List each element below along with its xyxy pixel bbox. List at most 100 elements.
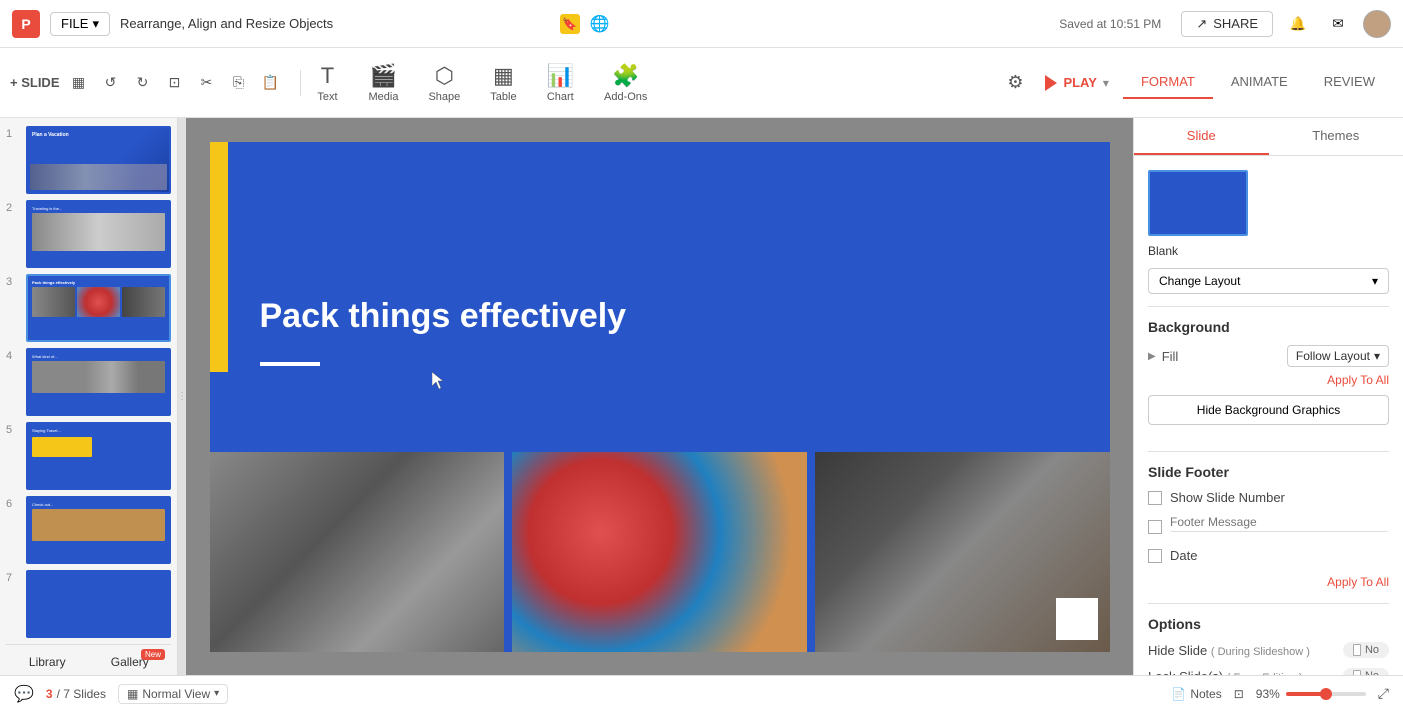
zoom-value: 93% [1256, 687, 1280, 701]
fill-select-dropdown[interactable]: Follow Layout ▾ [1287, 345, 1389, 367]
view-mode-selector[interactable]: ▦ Normal View ▾ [118, 684, 228, 704]
shape-icon: ⬡ [435, 63, 454, 89]
toolbar-addons[interactable]: 🧩 Add-Ons [590, 59, 661, 107]
grid-view-icon: ▦ [127, 687, 138, 701]
footer-title: Slide Footer [1148, 464, 1389, 480]
fill-row: ▶ Fill Follow Layout ▾ [1148, 345, 1389, 367]
slide-title-underline [260, 362, 320, 366]
apply-all-footer[interactable]: Apply To All [1148, 575, 1389, 589]
play-label: PLAY [1063, 75, 1096, 90]
fit-screen-icon[interactable]: ⤢ [1378, 685, 1389, 702]
format-tabs: FORMAT ANIMATE REVIEW [1123, 66, 1393, 99]
apply-all-background[interactable]: Apply To All [1148, 373, 1389, 387]
zoom-thumb [1320, 688, 1332, 700]
view-mode-label: Normal View [142, 687, 210, 701]
white-box [1056, 598, 1098, 640]
toolbar-media[interactable]: 🎬 Media [355, 59, 413, 107]
footer-message-input[interactable] [1170, 513, 1389, 532]
gallery-tab[interactable]: Gallery New [89, 651, 172, 673]
top-icons: 🔔 ✉ [1283, 9, 1391, 39]
slide-images-row [210, 452, 1110, 652]
avatar [1363, 10, 1391, 38]
footer-message-checkbox[interactable] [1148, 520, 1162, 534]
cursor-indicator [432, 372, 444, 392]
toggle-pause-icon-2 [1353, 670, 1361, 675]
slide-thumb-2[interactable]: 2 Traveling is the... [6, 200, 171, 268]
layout-name: Blank [1148, 244, 1389, 258]
resize-handle[interactable]: ⋮ [178, 118, 186, 675]
tab-review[interactable]: REVIEW [1306, 66, 1393, 99]
date-checkbox[interactable] [1148, 549, 1162, 563]
table-label: Table [490, 91, 516, 103]
notes-button[interactable]: 📄 Notes [1171, 687, 1221, 701]
right-panel-tabs: Slide Themes [1134, 118, 1403, 156]
change-layout-button[interactable]: Change Layout ▾ [1148, 268, 1389, 294]
shape-label: Shape [428, 91, 460, 103]
library-tab[interactable]: Library [6, 651, 89, 673]
toolbar-table[interactable]: ▦ Table [476, 59, 530, 107]
bottom-bar: 💬 3 / 7 Slides ▦ Normal View ▾ 📄 Notes ⊡… [0, 675, 1403, 711]
mail-button[interactable]: ✉ [1323, 9, 1353, 39]
clone-button[interactable]: ⊡ [162, 70, 188, 96]
slide-thumb-1[interactable]: 1 Plan a Vacation [6, 126, 171, 194]
slide-counter: 3 / 7 Slides [46, 687, 106, 701]
main-layout: 1 Plan a Vacation 2 Traveling is the... [0, 118, 1403, 675]
slide-preview-2: Traveling is the... [26, 200, 171, 268]
slide-label: + SLIDE [10, 75, 60, 90]
fill-label: ▶ Fill [1148, 349, 1178, 364]
media-icon: 🎬 [370, 63, 397, 89]
undo-button[interactable]: ↺ [98, 70, 124, 96]
notifications-button[interactable]: 🔔 [1283, 9, 1313, 39]
date-label: Date [1170, 548, 1197, 563]
slide-thumb-3[interactable]: 3 Pack things effectively [6, 274, 171, 342]
settings-button[interactable]: ⚙ [999, 67, 1031, 99]
redo-button[interactable]: ↻ [130, 70, 156, 96]
slide-thumb-4[interactable]: 4 What kind of... [6, 348, 171, 416]
slide-preview-6: Check out... [26, 496, 171, 564]
cut-button[interactable]: ✂ [194, 70, 220, 96]
bookmark-icon: 🔖 [560, 14, 580, 34]
chart-icon: 📊 [547, 63, 574, 89]
slide-thumb-6[interactable]: 6 Check out... [6, 496, 171, 564]
notes-icon: 📄 [1171, 687, 1186, 701]
tab-themes[interactable]: Themes [1269, 118, 1403, 155]
slide-preview-3: Pack things effectively [26, 274, 171, 342]
divider-2 [1148, 451, 1389, 452]
toolbar-text[interactable]: T Text [303, 59, 353, 107]
comment-icon[interactable]: 💬 [14, 684, 34, 704]
share-button[interactable]: ↗ SHARE [1181, 11, 1273, 37]
share-label: SHARE [1213, 16, 1258, 31]
slide-preview-7 [26, 570, 171, 638]
slide-thumb-7[interactable]: 7 [6, 570, 171, 638]
paste-button[interactable]: 📋 [258, 70, 284, 96]
zoom-slider[interactable] [1286, 692, 1366, 696]
show-slide-number-row: Show Slide Number [1148, 490, 1389, 505]
copy-button[interactable]: ⎘ [226, 70, 252, 96]
globe-icon: 🌐 [590, 14, 610, 34]
tab-slide[interactable]: Slide [1134, 118, 1269, 155]
zoom-control: 93% [1256, 687, 1366, 701]
slide-image-1 [210, 452, 505, 652]
toolbar-shape[interactable]: ⬡ Shape [414, 59, 474, 107]
canvas-area: Pack things effectively [186, 118, 1133, 675]
slide-controls-group: + SLIDE ▦ ↺ ↻ ⊡ ✂ ⎘ 📋 [10, 70, 301, 96]
background-title: Background [1148, 319, 1389, 335]
slide-canvas[interactable]: Pack things effectively [210, 142, 1110, 652]
show-slide-number-checkbox[interactable] [1148, 491, 1162, 505]
play-button[interactable]: PLAY ▾ [1033, 69, 1121, 97]
file-button[interactable]: FILE ▾ [50, 12, 110, 36]
hide-slide-row: Hide Slide ( During Slideshow ) No [1148, 642, 1389, 658]
tab-animate[interactable]: ANIMATE [1213, 66, 1306, 99]
lock-slide-toggle[interactable]: No [1343, 668, 1389, 675]
toolbar-chart[interactable]: 📊 Chart [533, 59, 588, 107]
save-status: Saved at 10:51 PM [1059, 17, 1161, 31]
divider-3 [1148, 603, 1389, 604]
hide-background-button[interactable]: Hide Background Graphics [1148, 395, 1389, 425]
tab-format[interactable]: FORMAT [1123, 66, 1213, 99]
slide-thumb-5[interactable]: 5 Staying Travel... [6, 422, 171, 490]
table-icon: ▦ [493, 63, 514, 89]
hide-slide-toggle[interactable]: No [1343, 642, 1389, 658]
layout-button[interactable]: ▦ [66, 70, 92, 96]
yellow-accent-bar [210, 142, 228, 372]
slide-image-2 [512, 452, 807, 652]
